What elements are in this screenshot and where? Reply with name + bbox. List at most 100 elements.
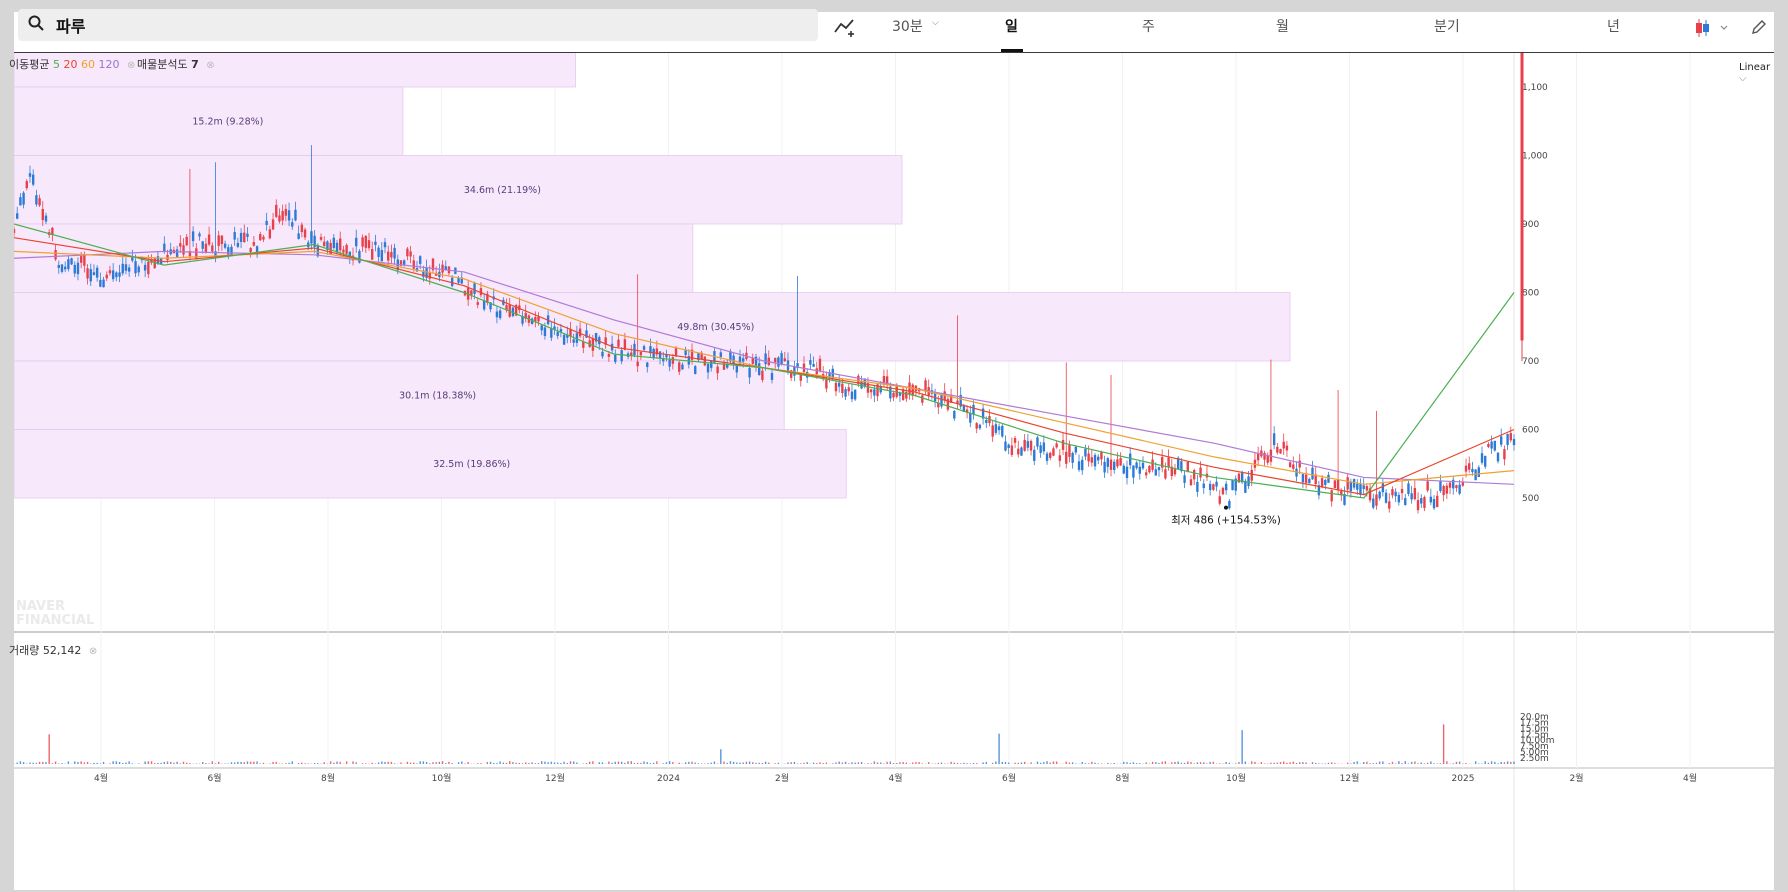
- chevron-down-icon[interactable]: ⌵: [932, 18, 939, 28]
- chart-canvas[interactable]: 4월6월8월10월12월20242월4월6월8월10월12월20252월4월1.…: [14, 12, 1774, 890]
- close-icon[interactable]: ⊗: [89, 646, 97, 657]
- volume-bar: [652, 762, 655, 764]
- x-tick-label: 12월: [1340, 772, 1360, 784]
- tab-day[interactable]: 일: [1005, 16, 1018, 36]
- candle-body: [361, 237, 364, 247]
- candle-body: [380, 250, 384, 262]
- ma-legend[interactable]: 이동평균 5 20 60 120 ⊗: [9, 56, 135, 72]
- volume-bar: [713, 761, 716, 764]
- candle-type-icon[interactable]: [1694, 18, 1734, 42]
- volume-bar: [768, 762, 770, 764]
- volume-bar: [1158, 763, 1160, 764]
- candle-body: [102, 279, 105, 288]
- volume-bar: [573, 761, 575, 764]
- volume-bar: [1478, 763, 1480, 764]
- candle-body: [220, 235, 224, 245]
- close-icon[interactable]: ⊗: [127, 60, 135, 71]
- volume-bar: [125, 762, 127, 764]
- vp-legend-value: 7: [191, 58, 199, 71]
- volume-bar: [1075, 763, 1077, 764]
- candle-body: [1212, 484, 1215, 490]
- candle-body: [265, 220, 268, 225]
- search-box[interactable]: 파루: [18, 9, 818, 41]
- candle-body: [710, 361, 713, 368]
- candle-body: [127, 267, 131, 272]
- volume-bar: [262, 762, 265, 764]
- candle-body: [1375, 494, 1378, 506]
- volume-bar: [899, 762, 901, 764]
- price-tick-label: 900: [1522, 220, 1539, 230]
- tab-year[interactable]: 년: [1607, 16, 1620, 36]
- volume-bar: [1474, 761, 1477, 764]
- volume-bar: [67, 761, 70, 764]
- volume-bar: [1087, 763, 1090, 764]
- volume-bar: [160, 762, 162, 764]
- volume-profile-bar: [14, 155, 903, 225]
- volume-bar: [122, 763, 124, 764]
- volume-bar: [1305, 762, 1307, 764]
- candle-body: [764, 353, 767, 365]
- volume-bar: [630, 761, 632, 764]
- volume-bar: [237, 761, 239, 764]
- candle-body: [198, 233, 201, 237]
- volume-bar: [377, 762, 380, 764]
- volume-legend[interactable]: 거래량 52,142 ⊗: [9, 642, 97, 658]
- volume-bar: [825, 762, 828, 764]
- volume-bar: [493, 762, 495, 764]
- pencil-icon[interactable]: [1750, 18, 1768, 40]
- volume-bar: [1139, 763, 1141, 764]
- indicator-add-icon[interactable]: [834, 18, 858, 42]
- volume-bar: [275, 761, 277, 764]
- volume-bar: [723, 761, 725, 764]
- candle-body: [1346, 477, 1349, 490]
- tab-week[interactable]: 주: [1142, 16, 1155, 36]
- vp-legend[interactable]: 매물분석도 7 ⊗: [137, 56, 215, 72]
- tab-month[interactable]: 월: [1276, 16, 1289, 36]
- candle-body: [1496, 452, 1500, 462]
- candle-body: [1464, 465, 1468, 472]
- candle-body: [1500, 436, 1503, 445]
- volume-bar: [720, 749, 722, 764]
- candle-body: [1372, 498, 1375, 508]
- candle-body: [1045, 453, 1049, 461]
- volume-bar: [1302, 762, 1304, 764]
- volume-bar: [534, 763, 537, 764]
- candle-body: [60, 264, 64, 272]
- candle-body: [1196, 482, 1199, 492]
- volume-profile-label: 34.6m (21.19%): [464, 185, 541, 196]
- volume-bar: [1020, 762, 1023, 764]
- candle-body: [1391, 489, 1394, 496]
- volume-bar: [777, 762, 780, 764]
- volume-bar: [336, 761, 338, 764]
- candle-body: [1503, 449, 1506, 460]
- candle-body: [991, 425, 994, 437]
- candle-body: [364, 235, 368, 248]
- scale-mode-dropdown[interactable]: Linear ⌵: [1739, 62, 1774, 84]
- candle-body: [809, 360, 812, 365]
- volume-bar: [205, 763, 207, 764]
- candle-body: [19, 197, 22, 206]
- volume-bar: [19, 761, 22, 764]
- volume-bar: [166, 761, 169, 764]
- volume-bar: [956, 762, 959, 764]
- volume-bar: [1132, 762, 1135, 764]
- volume-bar: [691, 761, 693, 764]
- volume-bar: [1292, 761, 1295, 764]
- volume-bar: [288, 762, 290, 764]
- volume-bar: [1241, 730, 1243, 764]
- candle-body: [642, 346, 646, 350]
- candle-body: [630, 352, 633, 356]
- volume-bar: [371, 762, 373, 764]
- volume-bar: [1497, 763, 1499, 764]
- candle-body: [111, 270, 115, 280]
- volume-bar: [1442, 724, 1445, 764]
- tab-quarter[interactable]: 분기: [1434, 16, 1460, 36]
- close-icon[interactable]: ⊗: [206, 60, 214, 71]
- volume-bar: [611, 762, 613, 764]
- candle-body: [1081, 459, 1084, 471]
- volume-bar: [259, 763, 261, 764]
- tab-30min[interactable]: 30분: [892, 16, 923, 36]
- volume-bar: [214, 763, 217, 764]
- volume-bar: [1353, 761, 1355, 764]
- candle-body: [1039, 445, 1042, 453]
